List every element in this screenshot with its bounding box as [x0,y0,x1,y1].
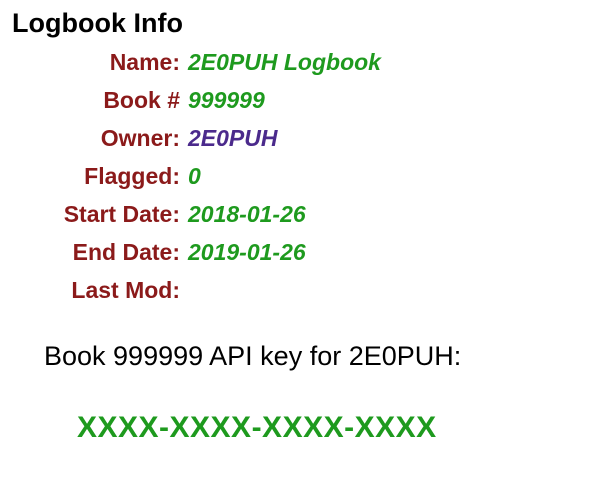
end-date-label: End Date: [72,239,180,265]
name-label: Name: [109,49,180,75]
info-row-name: Name: 2E0PUH Logbook [0,43,381,81]
flagged-label: Flagged: [84,163,180,189]
logbook-info-heading: Logbook Info [12,8,183,38]
owner-value[interactable]: 2E0PUH [188,119,381,157]
last-mod-value [188,271,381,309]
info-row-end-date: End Date: 2019-01-26 [0,233,381,271]
api-key-value: XXXX-XXXX-XXXX-XXXX [77,411,437,444]
info-row-flagged: Flagged: 0 [0,157,381,195]
info-row-book-number: Book # 999999 [0,81,381,119]
book-number-value: 999999 [188,87,265,113]
last-mod-label: Last Mod: [71,277,180,303]
logbook-info-table: Name: 2E0PUH Logbook Book # 999999 Owner… [0,43,381,309]
flagged-value: 0 [188,163,201,189]
info-row-owner: Owner: 2E0PUH [0,119,381,157]
owner-label: Owner: [100,125,180,151]
name-value: 2E0PUH Logbook [188,49,381,75]
start-date-value: 2018-01-26 [188,201,306,227]
end-date-value: 2019-01-26 [188,239,306,265]
info-row-last-mod: Last Mod: [0,271,381,309]
api-key-description: Book 999999 API key for 2E0PUH: [44,341,462,371]
info-row-start-date: Start Date: 2018-01-26 [0,195,381,233]
start-date-label: Start Date: [63,201,180,227]
book-number-label: Book # [103,87,180,113]
